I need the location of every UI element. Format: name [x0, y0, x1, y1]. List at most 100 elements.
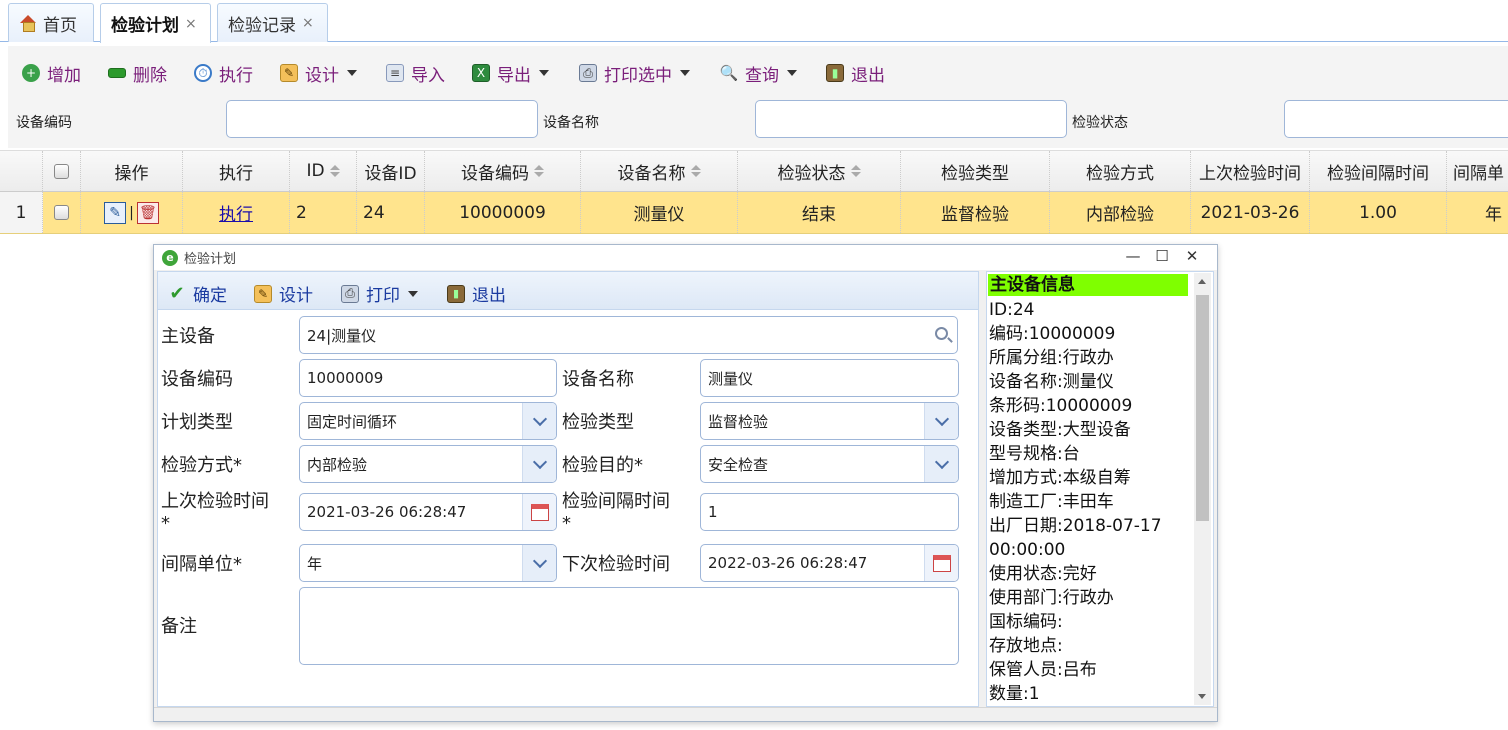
- row-id: 2: [290, 192, 357, 233]
- col-device-code[interactable]: 设备编码: [425, 151, 581, 191]
- inspect-method-label: 检验方式*: [161, 455, 242, 476]
- minimize-icon[interactable]: —: [1119, 247, 1147, 267]
- interval-value: 1: [708, 503, 718, 521]
- interval-field[interactable]: 1: [700, 493, 959, 531]
- chevron-down-icon[interactable]: [522, 403, 556, 439]
- excel-icon: X: [472, 64, 490, 82]
- row-exec-link[interactable]: 执行: [183, 192, 290, 233]
- col-id[interactable]: ID: [290, 151, 357, 191]
- print-selected-label: 打印选中: [604, 65, 672, 86]
- dialog-print-button[interactable]: ⎙ 打印: [341, 281, 418, 306]
- execute-label: 执行: [219, 65, 253, 86]
- tab-inspection-record[interactable]: 检验记录 ×: [217, 3, 328, 42]
- interval-label: 检验间隔时间: [562, 491, 670, 512]
- export-button[interactable]: X 导出: [472, 60, 549, 86]
- tab-home[interactable]: 首页: [8, 3, 94, 42]
- dialog-design-button[interactable]: ✎ 设计: [254, 281, 313, 306]
- row-checkbox[interactable]: [43, 192, 81, 233]
- sort-icon: [329, 165, 340, 177]
- scroll-down-icon[interactable]: [1198, 694, 1206, 699]
- checkbox-icon: [54, 163, 69, 179]
- edit-icon[interactable]: ✎: [104, 201, 127, 224]
- chevron-down-icon[interactable]: [539, 70, 549, 76]
- row-device-name: 测量仪: [581, 192, 738, 233]
- tab-label: 检验记录: [228, 15, 296, 36]
- col-op: 操作: [81, 151, 183, 191]
- delete-button[interactable]: 删除: [108, 60, 167, 86]
- confirm-button[interactable]: ✔ 确定: [168, 281, 227, 306]
- execute-button[interactable]: ⏱ 执行: [194, 60, 253, 86]
- tab-inspection-plan[interactable]: 检验计划 ×: [100, 3, 211, 43]
- table-row[interactable]: 1 ✎ | 🗑 执行 2 24 10000009 测量仪 结束 监督检验 内部检…: [0, 192, 1508, 234]
- sort-icon: [850, 165, 861, 177]
- dialog-status-bar: [154, 707, 1217, 721]
- design-button[interactable]: ✎ 设计: [280, 60, 357, 86]
- chevron-down-icon[interactable]: [924, 403, 958, 439]
- close-icon[interactable]: ×: [302, 15, 314, 31]
- info-scrollbar[interactable]: [1194, 273, 1211, 705]
- col-device-name[interactable]: 设备名称: [581, 151, 738, 191]
- calendar-button[interactable]: [924, 545, 958, 581]
- main-device-label: 主设备: [161, 326, 215, 347]
- add-button[interactable]: + 增加: [22, 60, 81, 86]
- next-time-field[interactable]: 2022-03-26 06:28:47: [700, 544, 959, 582]
- add-label: 增加: [47, 65, 81, 86]
- chevron-down-icon[interactable]: [347, 70, 357, 76]
- device-name-field[interactable]: 测量仪: [700, 359, 959, 397]
- col-last-time: 上次检验时间: [1191, 151, 1310, 191]
- last-time-field[interactable]: 2021-03-26 06:28:47: [299, 493, 557, 531]
- print-selected-button[interactable]: ⎙ 打印选中: [579, 60, 690, 86]
- check-icon: ✔: [169, 283, 185, 304]
- row-actions: ✎ | 🗑: [81, 192, 183, 233]
- plan-type-select[interactable]: 固定时间循环: [299, 402, 557, 440]
- search-icon[interactable]: [935, 327, 948, 340]
- info-line: 编码:10000009: [989, 324, 1116, 344]
- device-code-value: 10000009: [307, 369, 384, 387]
- inspect-type-select[interactable]: 监督检验: [700, 402, 959, 440]
- inspect-type-label: 检验类型: [562, 412, 634, 433]
- maximize-icon[interactable]: ☐: [1148, 247, 1176, 267]
- device-code-input[interactable]: [226, 100, 538, 138]
- inspect-type-value: 监督检验: [708, 412, 769, 431]
- dialog-exit-button[interactable]: ▮ 退出: [447, 281, 506, 306]
- chevron-down-icon[interactable]: [924, 446, 958, 482]
- checkbox-icon: [54, 205, 69, 220]
- inspect-method-select[interactable]: 内部检验: [299, 445, 557, 483]
- scroll-thumb[interactable]: [1196, 295, 1209, 521]
- close-icon[interactable]: ✕: [1178, 247, 1206, 267]
- select-all-checkbox[interactable]: [43, 151, 81, 191]
- calendar-button[interactable]: [522, 494, 556, 530]
- exit-button[interactable]: ▮ 退出: [826, 60, 885, 86]
- dialog-titlebar[interactable]: e 检验计划 — ☐ ✕: [154, 245, 1217, 270]
- tab-bar: 首页 检验计划 × 检验记录 ×: [0, 0, 1508, 43]
- chevron-down-icon[interactable]: [787, 70, 797, 76]
- exec-link-label[interactable]: 执行: [219, 200, 253, 225]
- device-code-field[interactable]: 10000009: [299, 359, 557, 397]
- chevron-down-icon[interactable]: [408, 290, 418, 297]
- remark-textarea[interactable]: [299, 587, 959, 665]
- col-status[interactable]: 检验状态: [738, 151, 901, 191]
- row-status: 结束: [738, 192, 901, 233]
- info-line: 使用部门:行政办: [989, 588, 1114, 608]
- close-icon[interactable]: ×: [185, 16, 197, 32]
- inspect-status-label: 检验状态: [1072, 115, 1128, 131]
- chevron-down-icon[interactable]: [522, 446, 556, 482]
- confirm-label: 确定: [193, 286, 227, 306]
- exit-door-icon: ▮: [447, 284, 465, 303]
- inspect-method-value: 内部检验: [307, 455, 368, 474]
- info-title: 主设备信息: [988, 274, 1188, 296]
- import-button[interactable]: ≡ 导入: [386, 60, 445, 86]
- inspect-status-input[interactable]: [1284, 100, 1508, 138]
- interval-unit-select[interactable]: 年: [299, 544, 557, 582]
- row-last-time: 2021-03-26: [1191, 192, 1310, 233]
- main-device-field[interactable]: 24|测量仪: [299, 316, 958, 354]
- chevron-down-icon[interactable]: [522, 545, 556, 581]
- inspect-purpose-select[interactable]: 安全检查: [700, 445, 959, 483]
- chevron-down-icon[interactable]: [680, 70, 690, 76]
- delete-icon[interactable]: 🗑: [136, 201, 159, 224]
- scroll-up-icon[interactable]: [1198, 279, 1206, 284]
- query-button[interactable]: 🔍 查询: [720, 60, 797, 86]
- printer-icon: ⎙: [341, 284, 359, 303]
- main-device-info-panel: 主设备信息 ID:24 编码:10000009 所属分组:行政办 设备名称:测量仪 条形…: [986, 271, 1214, 707]
- device-name-input[interactable]: [755, 100, 1067, 138]
